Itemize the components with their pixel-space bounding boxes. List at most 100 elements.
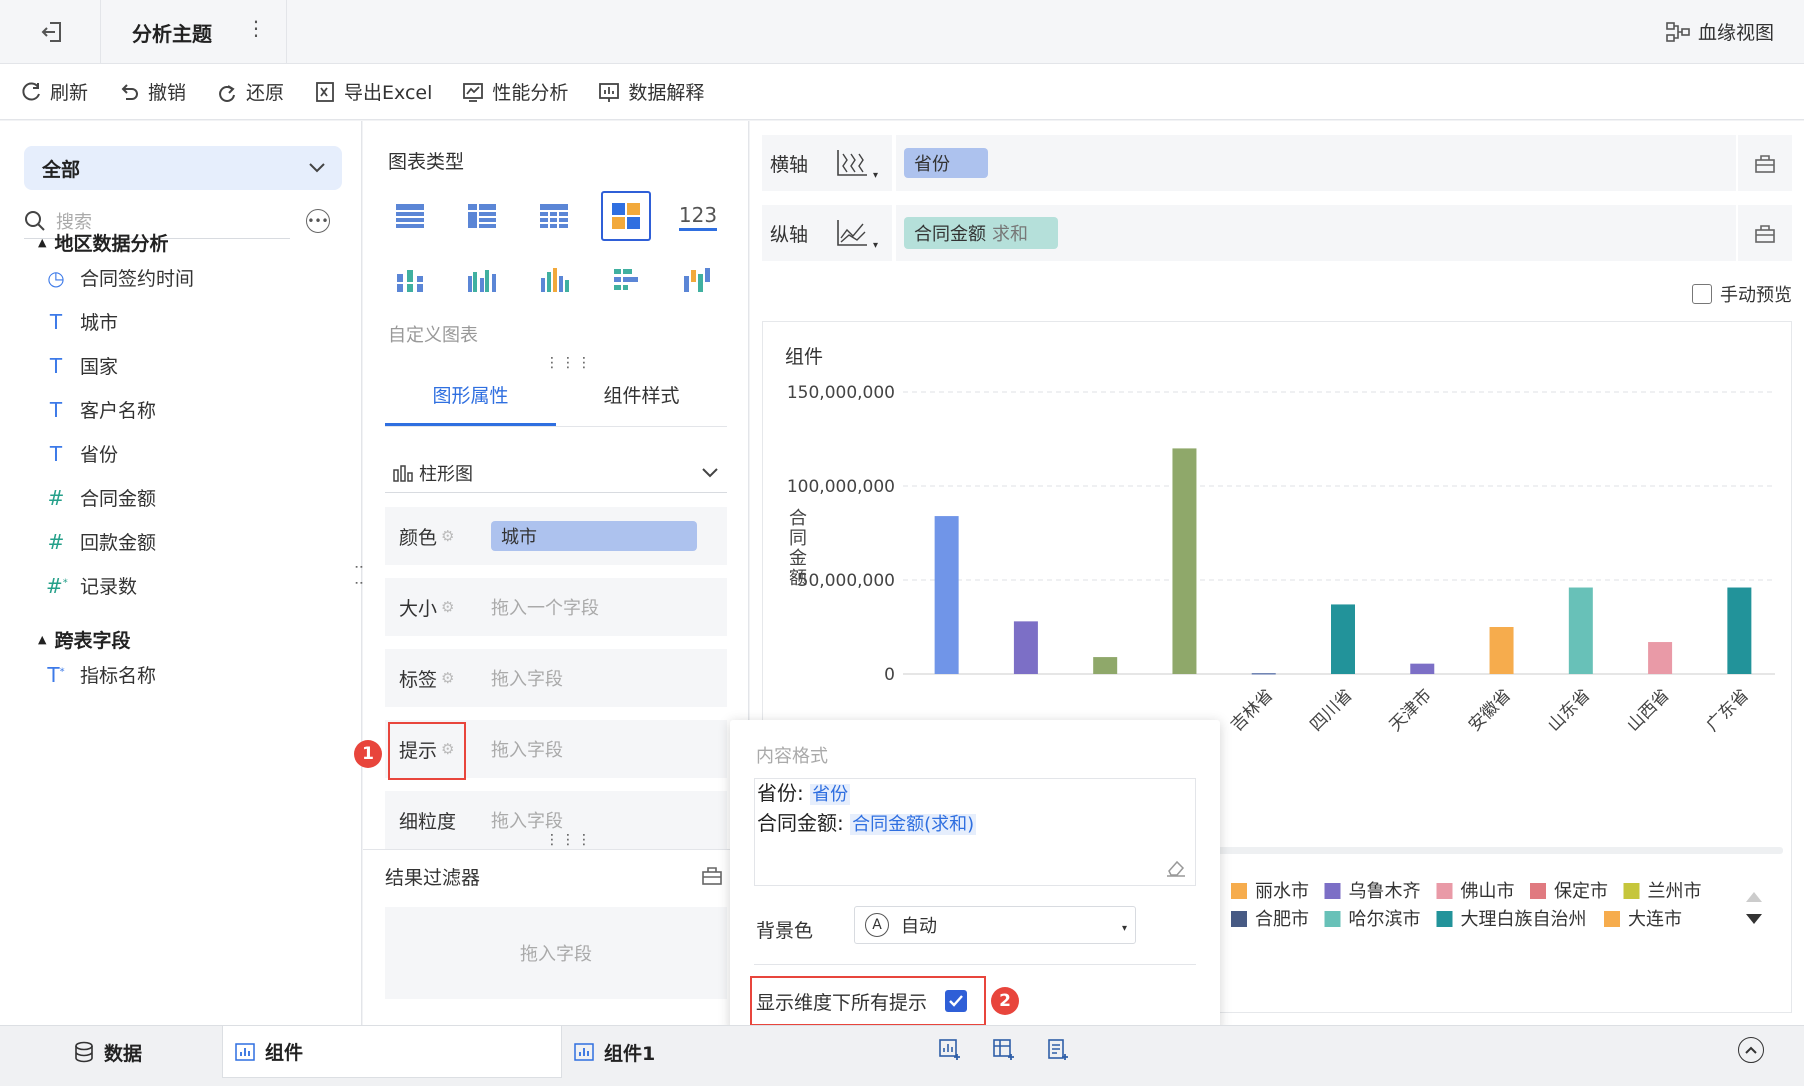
custom-chart-label[interactable]: 自定义图表 <box>388 321 478 347</box>
field-item[interactable]: # 回款金额 <box>46 528 156 555</box>
field-item[interactable]: ◷ 合同签约时间 <box>46 264 194 291</box>
gear-icon[interactable]: ⚙ <box>441 669 454 687</box>
undo-button[interactable]: 撤销 <box>118 78 186 105</box>
legend-swatch <box>1623 883 1640 899</box>
lock-icon[interactable] <box>701 865 723 885</box>
more-options-icon[interactable]: ••• <box>306 209 330 233</box>
export-excel-button[interactable]: 导出Excel <box>314 78 432 105</box>
y-tick-label: 0 <box>884 665 895 685</box>
chevron-down-icon <box>702 467 718 477</box>
field-label: 城市 <box>80 312 119 334</box>
group-region-analysis[interactable]: ▲ 地区数据分析 <box>38 229 168 256</box>
size-drop-placeholder: 拖入一个字段 <box>491 598 599 619</box>
y-field-aggregation: 求和 <box>992 224 1028 245</box>
field-item[interactable]: #* 记录数 <box>46 572 137 599</box>
caret-down-icon: ▲ <box>38 236 47 249</box>
field-item[interactable]: T 省份 <box>46 440 118 467</box>
add-table-icon[interactable] <box>992 1038 1016 1062</box>
excel-icon <box>316 81 334 102</box>
eraser-icon[interactable] <box>1165 859 1187 877</box>
kpi-number-icon[interactable]: 123 <box>673 191 723 241</box>
field-item[interactable]: # 合同金额 <box>46 484 156 511</box>
x-axis-type-select[interactable]: ▾ <box>812 135 892 191</box>
show-all-tooltips-option[interactable]: 显示维度下所有提示 <box>750 976 986 1026</box>
lock-icon[interactable] <box>1736 135 1792 191</box>
size-property[interactable]: 大小 ⚙ 拖入一个字段 <box>385 578 727 636</box>
data-explain-button[interactable]: 数据解释 <box>598 78 704 105</box>
bar <box>1648 642 1673 674</box>
manual-preview-checkbox[interactable] <box>1692 284 1712 304</box>
redo-button[interactable]: 还原 <box>216 78 284 105</box>
tooltip-content-editor[interactable]: 省份: 省份 合同金额: 合同金额(求和) <box>754 778 1196 886</box>
collapse-up-icon[interactable] <box>1738 1037 1764 1063</box>
filter-placeholder: 拖入字段 <box>520 944 592 965</box>
manual-preview-toggle[interactable]: 手动预览 <box>1692 281 1792 307</box>
legend-swatch <box>1530 883 1546 899</box>
scope-select[interactable]: 全部 <box>24 146 342 190</box>
group-cross-table[interactable]: ▲ 跨表字段 <box>38 626 130 653</box>
field-item[interactable]: T 城市 <box>46 308 118 335</box>
color-property[interactable]: 颜色 ⚙ 城市 <box>385 507 727 565</box>
tab-graph-properties[interactable]: 图形属性 <box>385 371 556 426</box>
performance-button[interactable]: 性能分析 <box>462 78 568 105</box>
text-type-icon: T <box>49 353 63 378</box>
tab-component[interactable]: 组件 <box>222 1026 562 1078</box>
dropdown-caret-icon: ▾ <box>1121 923 1127 934</box>
bar <box>1727 587 1752 674</box>
lock-icon[interactable] <box>1736 205 1792 261</box>
lineage-view-button[interactable]: 血缘视图 <box>1666 18 1774 45</box>
data-tab[interactable]: 数据 <box>74 1026 142 1078</box>
legend-label: 保定市 <box>1554 881 1608 902</box>
x-axis-field-pill[interactable]: 省份 <box>904 148 988 178</box>
refresh-icon <box>22 82 40 100</box>
multi-bar-icon[interactable] <box>529 255 579 305</box>
field-label: 国家 <box>80 356 119 378</box>
add-report-icon[interactable] <box>1046 1038 1070 1062</box>
exit-icon[interactable] <box>38 18 66 46</box>
more-icon[interactable]: ⋮ <box>246 16 266 40</box>
bar <box>1568 587 1593 674</box>
add-component-icon[interactable] <box>938 1038 962 1062</box>
y-axis-drop[interactable]: 合同金额 求和 <box>892 205 1736 261</box>
tab-component-style[interactable]: 组件样式 <box>556 371 727 426</box>
cross-table-icon[interactable] <box>457 191 507 241</box>
filter-drop-zone[interactable]: 拖入字段 <box>385 907 727 999</box>
redo-icon <box>219 84 236 102</box>
bar <box>1093 657 1118 674</box>
tab-component-1[interactable]: 组件1 <box>574 1026 655 1078</box>
refresh-button[interactable]: 刷新 <box>20 78 88 105</box>
resize-handle[interactable]: ⋮⋮⋮ <box>545 833 593 847</box>
detail-table-icon[interactable] <box>529 191 579 241</box>
horizontal-bar-icon[interactable] <box>601 255 651 305</box>
tooltip-line2-label: 合同金额: <box>757 811 844 835</box>
field-item[interactable]: T* 指标名称 <box>46 661 156 688</box>
label-property[interactable]: 标签 ⚙ 拖入字段 <box>385 649 727 707</box>
gear-icon[interactable]: ⚙ <box>441 527 454 545</box>
tooltip-highlight-box <box>388 722 466 780</box>
waterfall-bar-icon[interactable] <box>673 255 723 305</box>
result-filter-title: 结果过滤器 <box>385 867 481 889</box>
size-label: 大小 <box>399 597 438 620</box>
chart-kind-select[interactable]: 柱形图 <box>385 453 727 493</box>
y-axis-field-pill[interactable]: 合同金额 求和 <box>904 217 1058 249</box>
x-axis-drop[interactable]: 省份 <box>892 135 1736 191</box>
show-all-tooltips-checkbox[interactable] <box>945 990 968 1012</box>
background-color-select[interactable]: A 自动 ▾ <box>854 906 1136 944</box>
field-item[interactable]: T 客户名称 <box>46 396 156 423</box>
y-tick-label: 100,000,000 <box>787 477 895 497</box>
text-type-icon: T <box>49 397 63 422</box>
axis-wave-icon <box>837 150 867 176</box>
field-item[interactable]: T 国家 <box>46 352 118 379</box>
legend-swatch <box>1436 911 1453 927</box>
grouped-bar-icon[interactable] <box>457 255 507 305</box>
resize-handle[interactable]: ⋮⋮⋮ <box>545 356 593 370</box>
table-chart-icon[interactable] <box>385 191 435 241</box>
lineage-icon <box>1666 21 1690 42</box>
stacked-bar-icon[interactable] <box>385 255 435 305</box>
chart-config-panel: 图表类型 123 自定义图表 ⋮⋮⋮ 图形属性 组件样式 柱形图 颜色 ⚙ 城市 … <box>363 121 749 1025</box>
custom-chart-icon[interactable] <box>601 191 651 241</box>
y-axis-type-select[interactable]: ▾ <box>812 205 892 261</box>
group-label: 跨表字段 <box>54 630 131 652</box>
color-field-pill[interactable]: 城市 <box>491 521 697 551</box>
gear-icon[interactable]: ⚙ <box>441 598 454 616</box>
